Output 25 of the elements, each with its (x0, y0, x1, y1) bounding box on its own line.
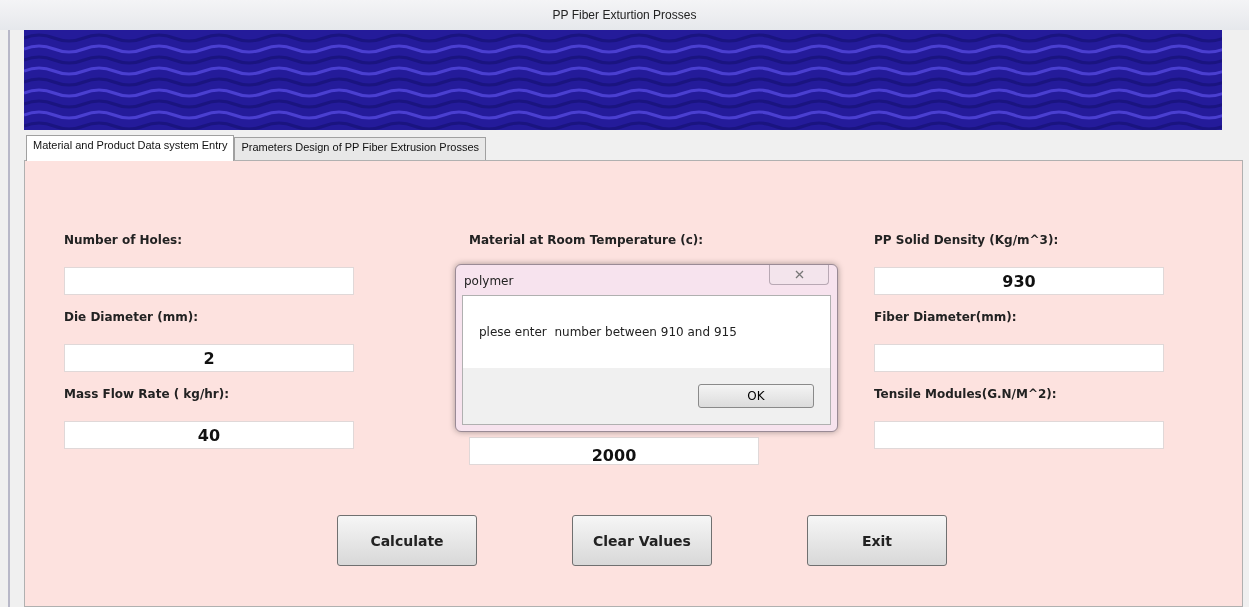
action-button[interactable]: Exit (807, 515, 947, 566)
close-icon (794, 270, 804, 279)
window-title: PP Fiber Exturtion Prosses (552, 8, 697, 22)
input-field[interactable]: 930 (874, 267, 1164, 295)
field-label: PP Solid Density (Kg/m^3): (874, 233, 1060, 249)
dialog-message: plese enter number between 910 and 915 (479, 325, 737, 339)
action-button[interactable]: Calculate (337, 515, 477, 566)
dialog-title: polymer (464, 274, 514, 288)
close-button[interactable] (769, 265, 829, 285)
input-field[interactable]: 2 (64, 344, 354, 372)
field-label: Material at Room Temperature (c): (469, 233, 705, 249)
input-field[interactable] (874, 421, 1164, 449)
tab[interactable]: Prameters Design of PP Fiber Extrusion Prosses (234, 137, 487, 160)
tab[interactable]: Material and Product Data system Entry (26, 135, 235, 161)
action-button[interactable]: Clear Values (572, 515, 712, 566)
input-field[interactable] (64, 267, 354, 295)
field-label: Mass Flow Rate ( kg/hr): (64, 387, 231, 403)
field-label: Fiber Diameter(mm): (874, 310, 1018, 326)
input-field[interactable]: 40 (64, 421, 354, 449)
field-label: Tensile Modules(G.N/M^2): (874, 387, 1058, 403)
ok-button[interactable]: OK (698, 384, 814, 408)
input-field[interactable] (874, 344, 1164, 372)
field-label: Die Diameter (mm): (64, 310, 199, 326)
field-label: Number of Holes: (64, 233, 184, 249)
input-field[interactable]: 2000 (469, 437, 759, 465)
